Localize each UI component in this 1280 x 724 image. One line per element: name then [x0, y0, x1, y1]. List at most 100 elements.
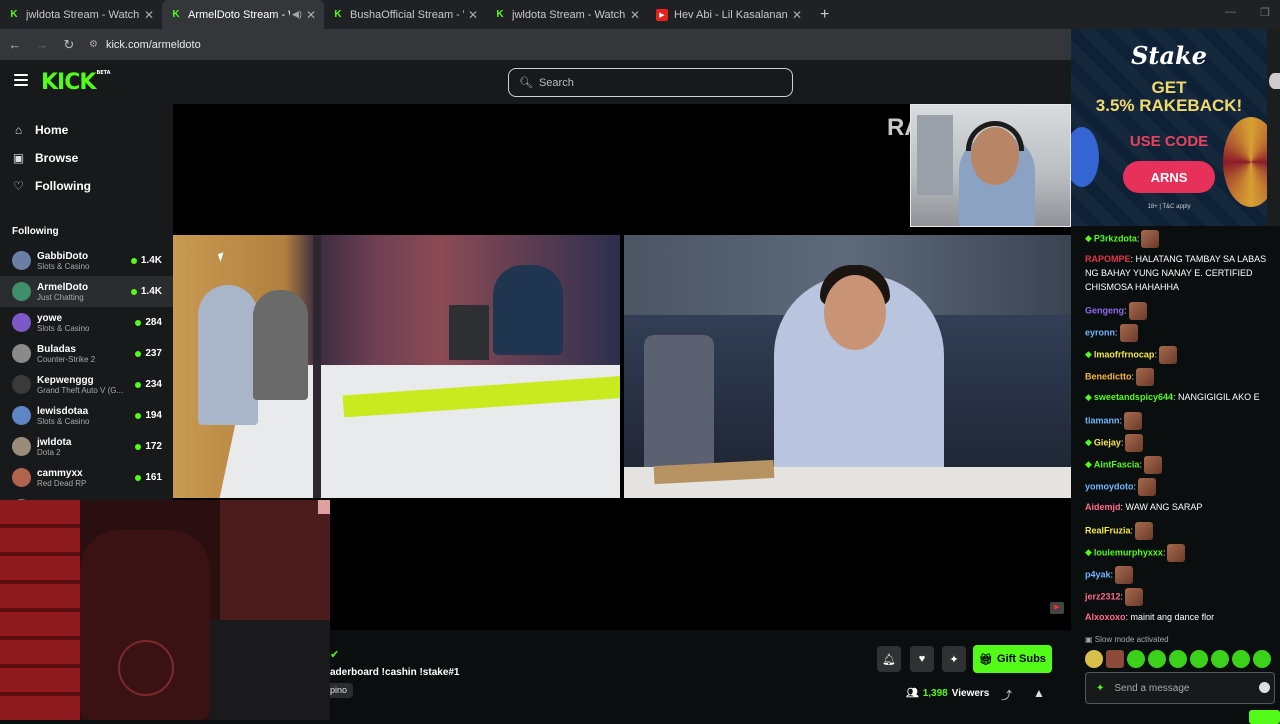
emote-icon[interactable] — [1106, 650, 1124, 668]
chat-username[interactable]: tiamann — [1085, 415, 1120, 425]
emote-icon[interactable] — [1127, 650, 1145, 668]
youtube-mini-icon[interactable]: ▶ — [1050, 602, 1064, 614]
gift-icon: 🎁︎ — [979, 653, 994, 666]
close-tab-icon[interactable]: ✕ — [792, 8, 802, 22]
emote-icon[interactable] — [1085, 650, 1103, 668]
emote-icon[interactable] — [1148, 650, 1166, 668]
chat-username[interactable]: Giejay — [1094, 437, 1121, 447]
clip-button[interactable]: ✦ — [942, 646, 966, 672]
sidebar-channel[interactable]: yowe Slots & Casino 284 — [0, 307, 173, 338]
chat-message: yomoydoto: — [1085, 478, 1280, 496]
ad-brand: Stake — [1131, 41, 1207, 70]
chat-username[interactable]: eyronn — [1085, 327, 1115, 337]
avatar — [12, 313, 31, 332]
profile-icon[interactable] — [1269, 73, 1280, 89]
back-icon[interactable]: ← — [3, 37, 27, 52]
site-info-icon[interactable]: ⚙ — [89, 39, 98, 50]
sidebar-channel[interactable]: lewisdotaa Slots & Casino 194 — [0, 400, 173, 431]
chat-username[interactable]: AintFascia — [1094, 459, 1140, 469]
close-tab-icon[interactable]: ✕ — [630, 8, 640, 22]
channel-category: Slots & Casino — [37, 416, 90, 426]
emote-icon — [1135, 522, 1154, 540]
chat-username[interactable]: p4yak — [1085, 569, 1111, 579]
heart-icon: ♡ — [13, 179, 24, 193]
browser-tab[interactable]: K jwldota Stream - Watch Live on ✕ — [486, 0, 648, 29]
channel-name: ArmelDoto — [37, 281, 89, 293]
emote-icon — [1136, 368, 1155, 386]
badge-icon: ◆ — [1085, 233, 1092, 244]
browser-tab-active[interactable]: K ArmelDoto Stream - Watch ◀) ✕ — [162, 0, 324, 29]
emote-icon — [1124, 412, 1143, 430]
minimize-icon[interactable]: — — [1225, 6, 1236, 19]
url-field[interactable]: ⚙ kick.com/armeldoto — [89, 39, 201, 51]
kick-icon: K — [334, 9, 342, 20]
home-icon: ⌂ — [14, 123, 23, 137]
sidebar-channel[interactable]: ArmelDoto Just Chatting 1.4K — [0, 276, 173, 307]
emote-icon — [1125, 588, 1144, 606]
channel-name: lewisdotaa — [37, 405, 89, 417]
chat-username[interactable]: RealFruzia — [1085, 525, 1131, 535]
chat-username[interactable]: yomoydoto — [1085, 481, 1134, 491]
report-icon[interactable]: ▲ — [1033, 686, 1045, 700]
chat-input[interactable]: ✦ Send a message — [1085, 672, 1275, 704]
close-tab-icon[interactable]: ✕ — [306, 8, 316, 22]
close-tab-icon[interactable]: ✕ — [468, 8, 478, 22]
chat-username[interactable]: louiemurphyxxx — [1094, 547, 1163, 557]
viewers-icon: 👥︎ — [906, 688, 919, 699]
sidebar-channel[interactable]: Buladas Counter-Strike 2 237 — [0, 338, 173, 369]
channel-viewers: 1.4K — [130, 255, 162, 266]
video-scene-left — [173, 235, 620, 498]
forward-icon[interactable]: → — [30, 37, 54, 52]
chat-username[interactable]: sweetandspicy644 — [1094, 392, 1173, 402]
avatar — [12, 375, 31, 394]
new-tab-icon[interactable]: + — [820, 6, 829, 24]
chat-username[interactable]: jerz2312 — [1085, 591, 1121, 601]
chat-username[interactable]: Benedictto — [1085, 371, 1132, 381]
nav-browse[interactable]: ▣ Browse — [0, 144, 173, 172]
chat-text: NANGIGIGIL AKO E — [1177, 392, 1260, 402]
nav-home[interactable]: ⌂ Home — [0, 116, 173, 144]
chat-username[interactable]: Alxoxoxo — [1085, 612, 1126, 622]
notification-button[interactable]: 🔔︎ — [877, 646, 901, 672]
gift-subs-button[interactable]: 🎁︎ Gift Subs — [973, 645, 1052, 673]
chat-username[interactable]: P3rkzdota — [1094, 233, 1137, 243]
chat-username[interactable]: RAPOMPE — [1085, 254, 1131, 264]
kick-logo[interactable]: KICKBETA — [41, 70, 111, 95]
emote-icon[interactable] — [1253, 650, 1271, 668]
live-dot-icon — [135, 443, 142, 450]
close-tab-icon[interactable]: ✕ — [144, 8, 154, 22]
channel-name: jwldota — [37, 436, 72, 448]
sidebar-channel[interactable]: jwldota Dota 2 172 — [0, 431, 173, 462]
chat-message: Alxoxoxo: mainit ang dance flor — [1085, 612, 1215, 622]
emote-icon[interactable] — [1211, 650, 1229, 668]
emote-icon[interactable] — [1169, 650, 1187, 668]
emoji-icon[interactable] — [1259, 682, 1270, 693]
follow-button[interactable]: ♥ — [910, 646, 934, 672]
ad-code-button[interactable]: ARNS — [1123, 161, 1215, 193]
language-tag[interactable]: pino — [330, 683, 354, 698]
browser-tab[interactable]: K BushaOfficial Stream - Watch Li ✕ — [324, 0, 486, 29]
chat-username[interactable]: lmaofrfrnocap — [1094, 349, 1155, 359]
sidebar-channel[interactable]: GabbiDoto Slots & Casino 1.4K — [0, 245, 173, 276]
menu-icon[interactable] — [14, 74, 28, 86]
share-icon[interactable]: ⤴ — [1001, 687, 1012, 703]
stake-ad[interactable]: Stake GET 3.5% RAKEBACK! USE CODE ARNS 1… — [1071, 29, 1267, 226]
sidebar-channel[interactable]: cammyxx Red Dead RP 161 — [0, 462, 173, 493]
channel-viewers: 194 — [135, 410, 162, 421]
chat-username[interactable]: Aidemjd — [1085, 502, 1121, 512]
chat-message: eyronn: — [1085, 324, 1280, 342]
speaker-icon[interactable]: ◀) — [292, 9, 302, 20]
browser-tab[interactable]: ▶ Hev Abi - Lil Kasalanan Shortie ✕ — [648, 0, 810, 29]
chat-message: tiamann: — [1085, 412, 1280, 430]
live-dot-icon — [135, 381, 142, 388]
maximize-icon[interactable]: ❐ — [1260, 6, 1270, 19]
chat-send-button[interactable] — [1249, 710, 1280, 724]
chat-username[interactable]: Gengeng — [1085, 305, 1124, 315]
search-input[interactable]: 🔍︎ Search — [508, 68, 793, 97]
emote-icon[interactable] — [1232, 650, 1250, 668]
reload-icon[interactable]: ↻ — [57, 37, 81, 53]
sidebar-channel[interactable]: Kepwenggg Grand Theft Auto V (G... 234 — [0, 369, 173, 400]
nav-following[interactable]: ♡ Following — [0, 172, 173, 200]
emote-icon[interactable] — [1190, 650, 1208, 668]
browser-tab[interactable]: K jwldota Stream - Watch Live on ✕ — [0, 0, 162, 29]
